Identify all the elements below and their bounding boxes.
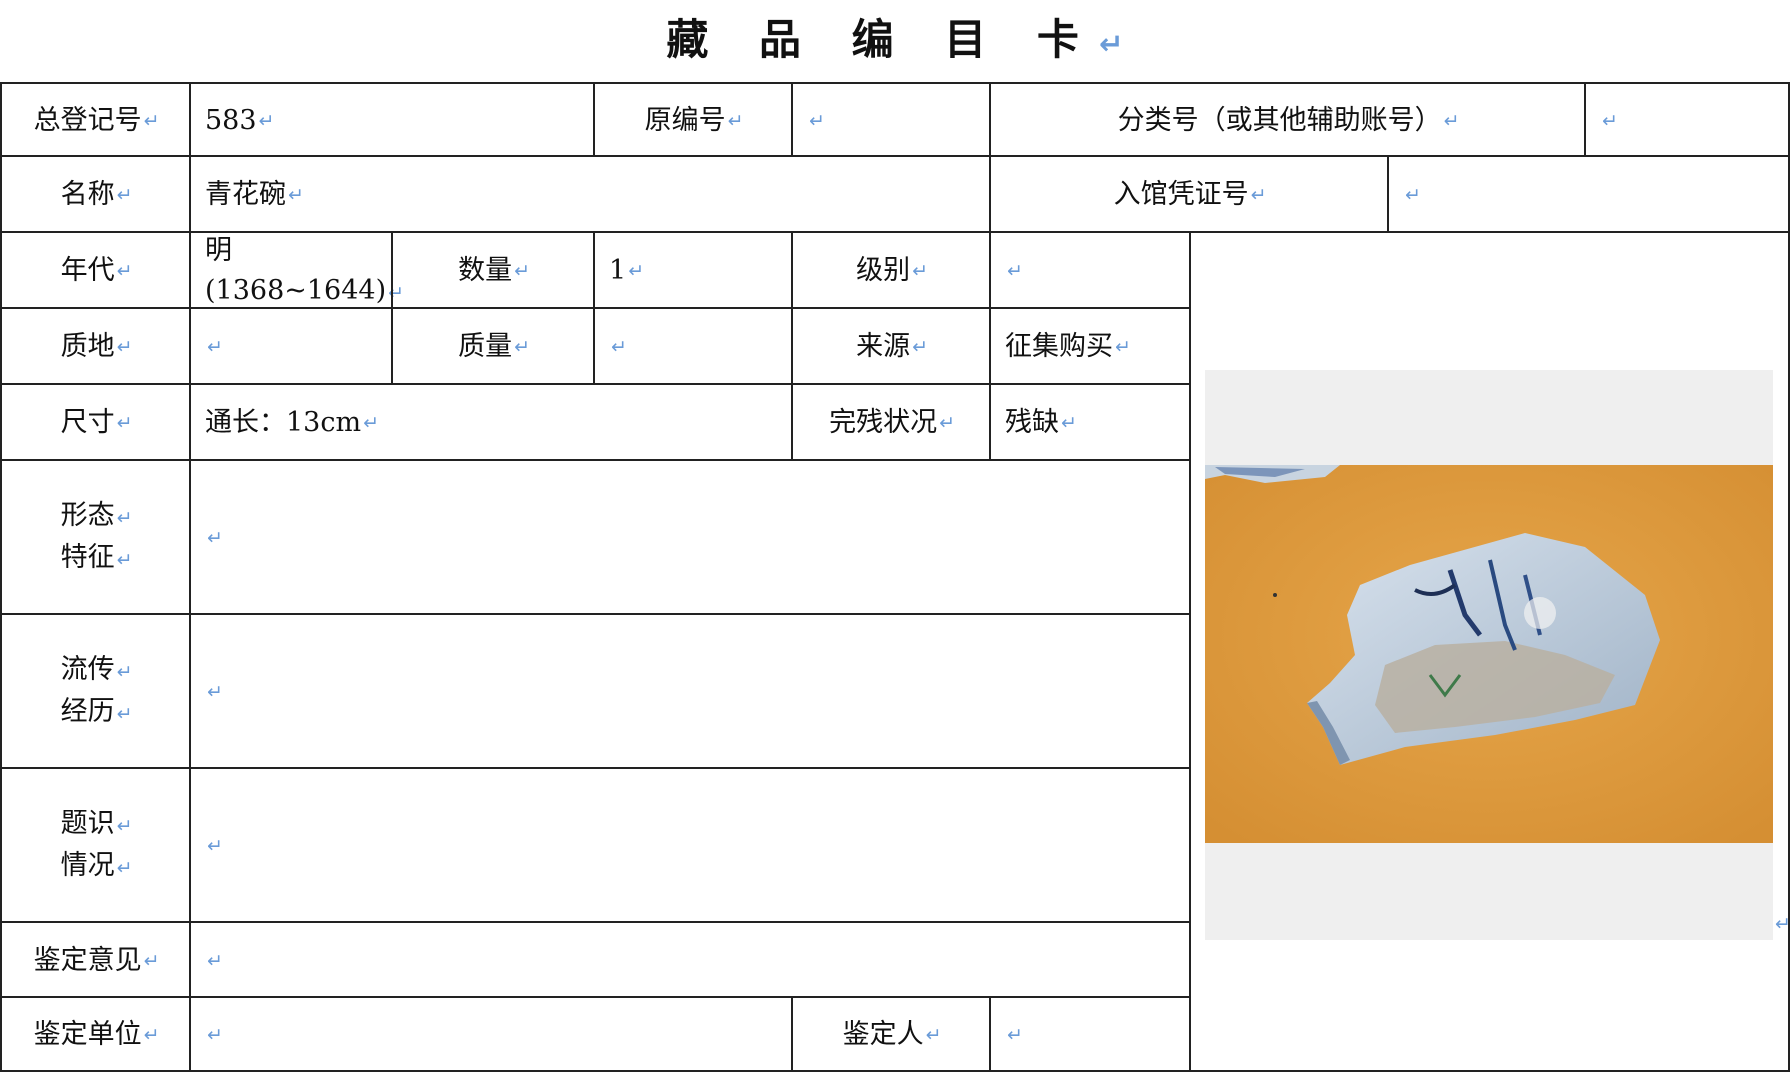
paragraph-mark-icon: [1251, 175, 1267, 215]
label-weight: 质量: [391, 307, 595, 385]
value-size[interactable]: 通长：13cm: [189, 383, 793, 461]
value-condition[interactable]: 残缺: [989, 383, 1191, 461]
paragraph-mark-icon: [117, 251, 133, 291]
paragraph-mark-icon: [1007, 251, 1023, 291]
paragraph-mark-icon: [207, 1015, 223, 1055]
paragraph-mark-icon: [514, 327, 530, 367]
value-original-no[interactable]: [791, 82, 991, 157]
paragraph-mark-icon: [363, 403, 379, 443]
paragraph-mark-icon: [207, 518, 223, 558]
paragraph-mark-icon: [144, 941, 160, 981]
label-appraisal-opinion: 鉴定意见: [0, 921, 191, 998]
value-appraisal-unit[interactable]: [189, 996, 793, 1072]
paragraph-mark-icon: [912, 251, 928, 291]
paragraph-mark-icon: [1061, 403, 1077, 443]
label-quantity: 数量: [391, 231, 595, 309]
value-appraisal-opinion[interactable]: [189, 921, 1191, 998]
porcelain-shard-photo: [1205, 465, 1773, 843]
paragraph-mark-icon: [628, 251, 644, 291]
paragraph-mark-icon: [117, 661, 133, 683]
paragraph-mark-icon: [1115, 327, 1131, 367]
paragraph-mark-icon: [117, 175, 133, 215]
label-appraiser: 鉴定人: [791, 996, 991, 1072]
value-quantity[interactable]: 1: [593, 231, 793, 309]
label-inscription: 题识情况: [0, 767, 191, 923]
paragraph-mark-icon: [259, 101, 275, 141]
value-grade[interactable]: [989, 231, 1191, 309]
label-grade: 级别: [791, 231, 991, 309]
paragraph-mark-icon: [1444, 101, 1460, 141]
era-line-1: 明: [205, 235, 232, 266]
paragraph-mark-icon: [207, 941, 223, 981]
label-original-no: 原编号: [593, 82, 793, 157]
paragraph-mark-icon: [144, 101, 160, 141]
label-size: 尺寸: [0, 383, 191, 461]
label-material: 质地: [0, 307, 191, 385]
paragraph-mark-icon: [288, 175, 304, 215]
paragraph-mark-icon: [1007, 1015, 1023, 1055]
paragraph-mark-icon: [144, 1015, 160, 1055]
label-appraisal-unit: 鉴定单位: [0, 996, 191, 1072]
value-material[interactable]: [189, 307, 393, 385]
paragraph-mark-icon: [1775, 913, 1790, 935]
paragraph-mark-icon: [117, 549, 133, 571]
value-history[interactable]: [189, 613, 1191, 769]
paragraph-mark-icon: [1405, 175, 1421, 215]
paragraph-mark-icon: [514, 251, 530, 291]
paragraph-mark-icon: [117, 507, 133, 529]
paragraph-mark-icon: [809, 101, 825, 141]
paragraph-mark-icon: [1099, 27, 1124, 61]
paragraph-mark-icon: [117, 403, 133, 443]
value-appraiser[interactable]: [989, 996, 1191, 1072]
label-era: 年代: [0, 231, 191, 309]
value-inscription[interactable]: [189, 767, 1191, 923]
paragraph-mark-icon: [207, 672, 223, 712]
value-entry-voucher[interactable]: [1387, 155, 1790, 233]
value-form[interactable]: [189, 459, 1191, 615]
label-form: 形态特征: [0, 459, 191, 615]
paragraph-mark-icon: [207, 327, 223, 367]
label-class-no: 分类号（或其他辅助账号）: [989, 82, 1586, 157]
paragraph-mark-icon: [117, 815, 133, 837]
value-era[interactable]: 明 (1368~1644): [189, 231, 404, 309]
paragraph-mark-icon: [728, 101, 744, 141]
label-entry-voucher: 入馆凭证号: [989, 155, 1389, 233]
label-total-reg-no: 总登记号: [0, 82, 191, 157]
value-total-reg-no[interactable]: 583: [189, 82, 595, 157]
value-weight[interactable]: [593, 307, 793, 385]
value-name[interactable]: 青花碗: [189, 155, 991, 233]
label-condition: 完残状况: [791, 383, 991, 461]
card-title: 藏 品 编 目 卡: [0, 12, 1790, 72]
label-name: 名称: [0, 155, 191, 233]
paragraph-mark-icon: [939, 403, 955, 443]
paragraph-mark-icon: [611, 327, 627, 367]
paragraph-mark-icon: [1602, 101, 1618, 141]
value-class-no[interactable]: [1584, 82, 1790, 157]
paragraph-mark-icon: [117, 327, 133, 367]
photo-area: [1191, 233, 1790, 1062]
label-source: 来源: [791, 307, 991, 385]
paragraph-mark-icon: [117, 857, 133, 879]
value-source[interactable]: 征集购买: [989, 307, 1191, 385]
paragraph-mark-icon: [926, 1015, 942, 1055]
paragraph-mark-icon: [207, 826, 223, 866]
label-history: 流传经历: [0, 613, 191, 769]
paragraph-mark-icon: [117, 703, 133, 725]
paragraph-mark-icon: [912, 327, 928, 367]
